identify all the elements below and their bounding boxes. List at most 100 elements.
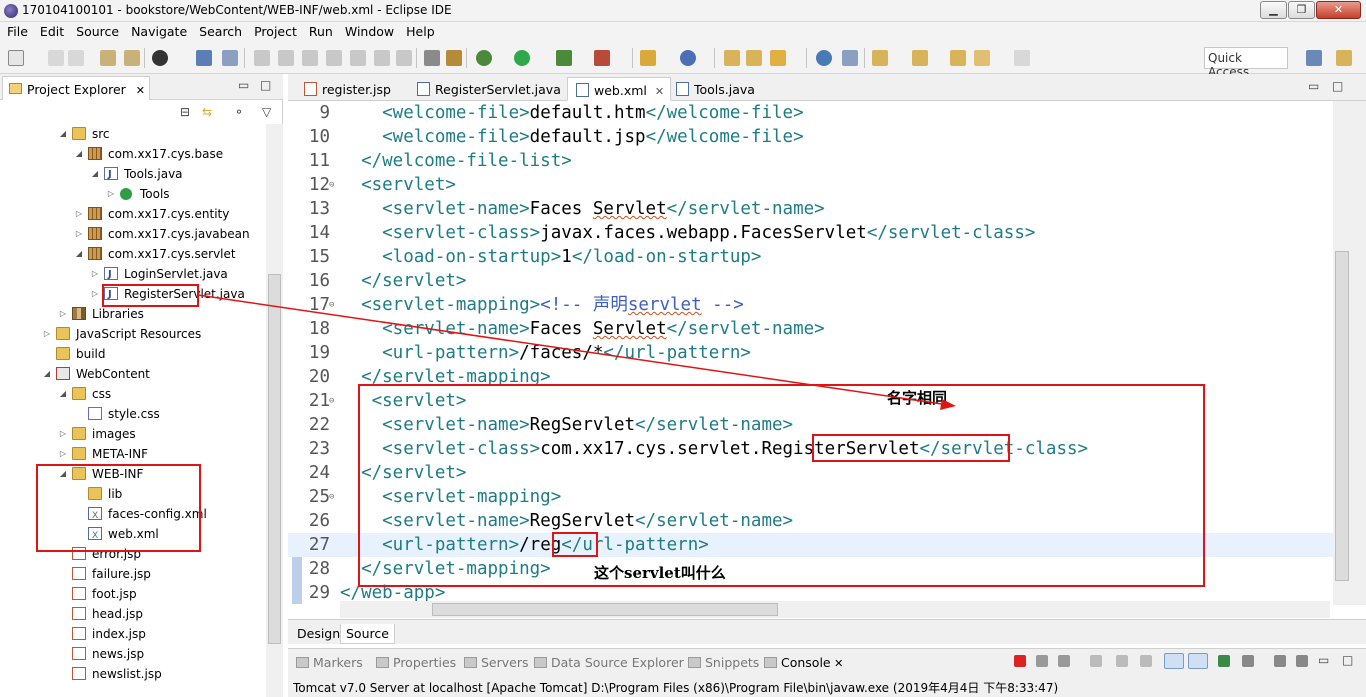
code-line[interactable]: 18 <servlet-name>Faces Servlet</servlet-… (288, 317, 1333, 341)
code-line[interactable]: 9 <welcome-file>default.htm</welcome-fil… (288, 101, 1333, 125)
tree-item[interactable]: failure.jsp (0, 564, 266, 584)
menu-search[interactable]: Search (192, 22, 247, 39)
forward-icon[interactable] (1014, 50, 1030, 66)
tree-item[interactable]: ◢ Tools.java (0, 164, 266, 185)
console-icon[interactable] (196, 50, 212, 66)
tab-design[interactable]: Design (292, 624, 345, 644)
editor-vertical-scrollbar[interactable] (1333, 101, 1366, 605)
remove-launch-icon[interactable] (1036, 655, 1048, 667)
code-line[interactable]: 11 </welcome-file-list> (288, 149, 1333, 173)
menu-run[interactable]: Run (302, 22, 338, 39)
minimize-panel-icon[interactable]: ▭ (238, 78, 249, 92)
expand-arrow-icon[interactable]: ▷ (58, 444, 68, 464)
step-return-icon[interactable] (396, 50, 412, 66)
tree-item[interactable]: ◢ WebContent (0, 364, 266, 384)
new-icon[interactable] (8, 50, 24, 66)
toggle-mark-icon[interactable] (842, 50, 858, 66)
tree-item[interactable]: head.jsp (0, 604, 266, 624)
last-edit-location-icon[interactable] (950, 50, 966, 66)
code-line[interactable]: 13 <servlet-name>Faces Servlet</servlet-… (288, 197, 1333, 221)
tab-markers[interactable]: Markers (296, 655, 363, 670)
tree-item[interactable]: ◢ com.xx17.cys.servlet (0, 244, 266, 264)
open-type-icon[interactable] (100, 50, 116, 66)
tab-project-explorer[interactable]: Project Explorer ✕ (2, 76, 150, 100)
use-step-filters-icon[interactable] (424, 50, 440, 66)
suspend-icon[interactable] (278, 50, 294, 66)
menu-source[interactable]: Source (69, 22, 124, 39)
editor-vertical-scrollbar-thumb[interactable] (1335, 251, 1349, 581)
tree-item[interactable]: build (0, 344, 266, 364)
tree-item[interactable]: style.css (0, 404, 266, 424)
code-line[interactable]: 19 <url-pattern>/faces/*</url-pattern> (288, 341, 1333, 365)
expand-arrow-icon[interactable]: ▷ (90, 264, 100, 284)
tree-item[interactable]: ◢ src (0, 124, 266, 144)
close-tab-icon[interactable]: ✕ (831, 657, 843, 670)
close-window-button[interactable]: ✕ (1316, 1, 1361, 19)
tree-item[interactable]: ▷ com.xx17.cys.javabean (0, 224, 266, 244)
open-task-icon[interactable] (746, 50, 762, 66)
code-line[interactable]: 17 ⊖ <servlet-mapping><!-- 声明servlet --> (288, 293, 1333, 317)
collapse-arrow-icon[interactable]: ◢ (74, 144, 84, 164)
terminate-console-icon[interactable] (1014, 655, 1026, 667)
collapse-arrow-icon[interactable]: ◢ (74, 244, 84, 264)
collapse-arrow-icon[interactable]: ◢ (58, 384, 68, 404)
fold-toggle-icon[interactable]: ⊖ (329, 293, 334, 317)
word-wrap-icon[interactable] (1140, 655, 1152, 667)
editor-horizontal-scrollbar-thumb[interactable] (432, 603, 778, 616)
code-line[interactable]: 15 <load-on-startup>1</load-on-startup> (288, 245, 1333, 269)
remove-all-launches-icon[interactable] (1058, 655, 1070, 667)
previous-annotation-icon[interactable] (912, 50, 928, 66)
collapse-arrow-icon[interactable]: ◢ (58, 124, 68, 144)
save-icon[interactable] (48, 50, 64, 66)
collapse-arrow-icon[interactable]: ◢ (90, 164, 100, 184)
tab-source[interactable]: Source (340, 624, 395, 644)
drop-to-frame-icon[interactable] (446, 50, 462, 66)
back-icon[interactable] (974, 50, 990, 66)
tree-item[interactable]: ◢ css (0, 384, 266, 404)
menu-help[interactable]: Help (399, 22, 440, 39)
editor-horizontal-scrollbar[interactable] (340, 601, 1330, 618)
tree-item[interactable]: foot.jsp (0, 584, 266, 604)
minimize-editor-icon[interactable]: ▭ (1308, 79, 1319, 93)
skip-breakpoints-icon[interactable] (222, 50, 238, 66)
code-line[interactable]: 14 <servlet-class>javax.faces.webapp.Fac… (288, 221, 1333, 245)
menu-edit[interactable]: Edit (33, 22, 69, 39)
expand-arrow-icon[interactable]: ▷ (58, 424, 68, 444)
tree-item[interactable]: ▷ com.xx17.cys.entity (0, 204, 266, 224)
editor-tab[interactable]: register.jsp (296, 77, 397, 101)
maximize-panel-icon[interactable]: □ (260, 78, 271, 92)
tree-item[interactable]: ▷ images (0, 424, 266, 444)
maximize-editor-icon[interactable]: □ (1332, 79, 1343, 93)
globe-icon[interactable] (816, 50, 832, 66)
tree-item[interactable]: newslist.jsp (0, 664, 266, 684)
profile-icon[interactable] (152, 50, 168, 66)
editor-tab[interactable]: web.xml ✕ (567, 77, 672, 101)
tree-item[interactable]: news.jsp (0, 644, 266, 664)
minimize-button[interactable]: ▁ (1260, 1, 1287, 19)
menu-window[interactable]: Window (338, 22, 399, 39)
view-menu-icon[interactable]: ▽ (262, 105, 271, 119)
tree-item[interactable]: ◢ com.xx17.cys.base (0, 144, 266, 164)
filter-icon[interactable]: ⚬ (234, 105, 244, 119)
display-console-icon[interactable] (1242, 655, 1254, 667)
tree-item[interactable]: ▷ LoginServlet.java (0, 264, 266, 285)
close-icon[interactable]: ✕ (136, 84, 145, 97)
close-tab-icon[interactable]: ✕ (655, 85, 664, 98)
expand-arrow-icon[interactable]: ▷ (106, 184, 116, 204)
expand-arrow-icon[interactable]: ▷ (90, 284, 100, 304)
save-all-icon[interactable] (68, 50, 84, 66)
code-line[interactable]: 16 </servlet> (288, 269, 1333, 293)
pin-console-icon[interactable] (1218, 655, 1230, 667)
new-java-class-icon[interactable] (680, 50, 696, 66)
expand-arrow-icon[interactable]: ▷ (74, 224, 84, 244)
open-perspective-icon[interactable] (1306, 50, 1322, 66)
show-on-error-icon[interactable] (1188, 653, 1208, 669)
expand-arrow-icon[interactable]: ▷ (74, 204, 84, 224)
show-on-output-icon[interactable] (1164, 653, 1184, 669)
explorer-scrollbar[interactable] (266, 124, 283, 697)
external-tools-icon[interactable] (594, 50, 610, 66)
step-over-icon[interactable] (374, 50, 390, 66)
tab-snippets[interactable]: Snippets (688, 655, 759, 670)
clear-console-icon[interactable] (1090, 655, 1102, 667)
disconnect-icon[interactable] (326, 50, 342, 66)
